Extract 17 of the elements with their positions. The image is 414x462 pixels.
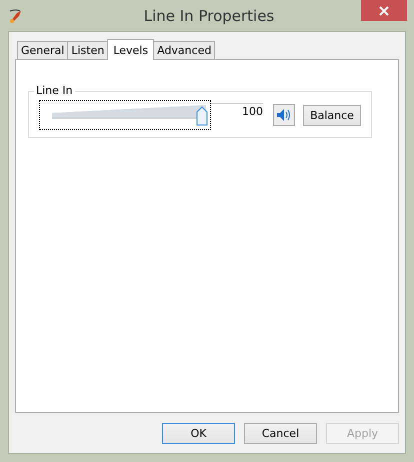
- close-button[interactable]: [361, 0, 407, 21]
- balance-button[interactable]: Balance: [303, 104, 361, 126]
- dialog-button[interactable]: Cancel: [244, 422, 317, 444]
- tab[interactable]: Levels: [107, 39, 154, 60]
- volume-slider[interactable]: [39, 100, 211, 130]
- app-icon: [8, 8, 24, 24]
- dialog-button[interactable]: OK: [162, 422, 235, 444]
- speaker-icon: [276, 108, 292, 122]
- window-title: Line In Properties: [142, 6, 276, 24]
- tab[interactable]: Listen: [67, 41, 108, 59]
- tab[interactable]: Advanced: [153, 41, 216, 59]
- tab[interactable]: General: [17, 41, 68, 59]
- volume-reading: 100: [211, 102, 263, 118]
- close-icon: [379, 6, 389, 16]
- mute-button[interactable]: [273, 104, 295, 126]
- group-label: Line In: [34, 84, 75, 97]
- slider-thumb[interactable]: [196, 106, 208, 126]
